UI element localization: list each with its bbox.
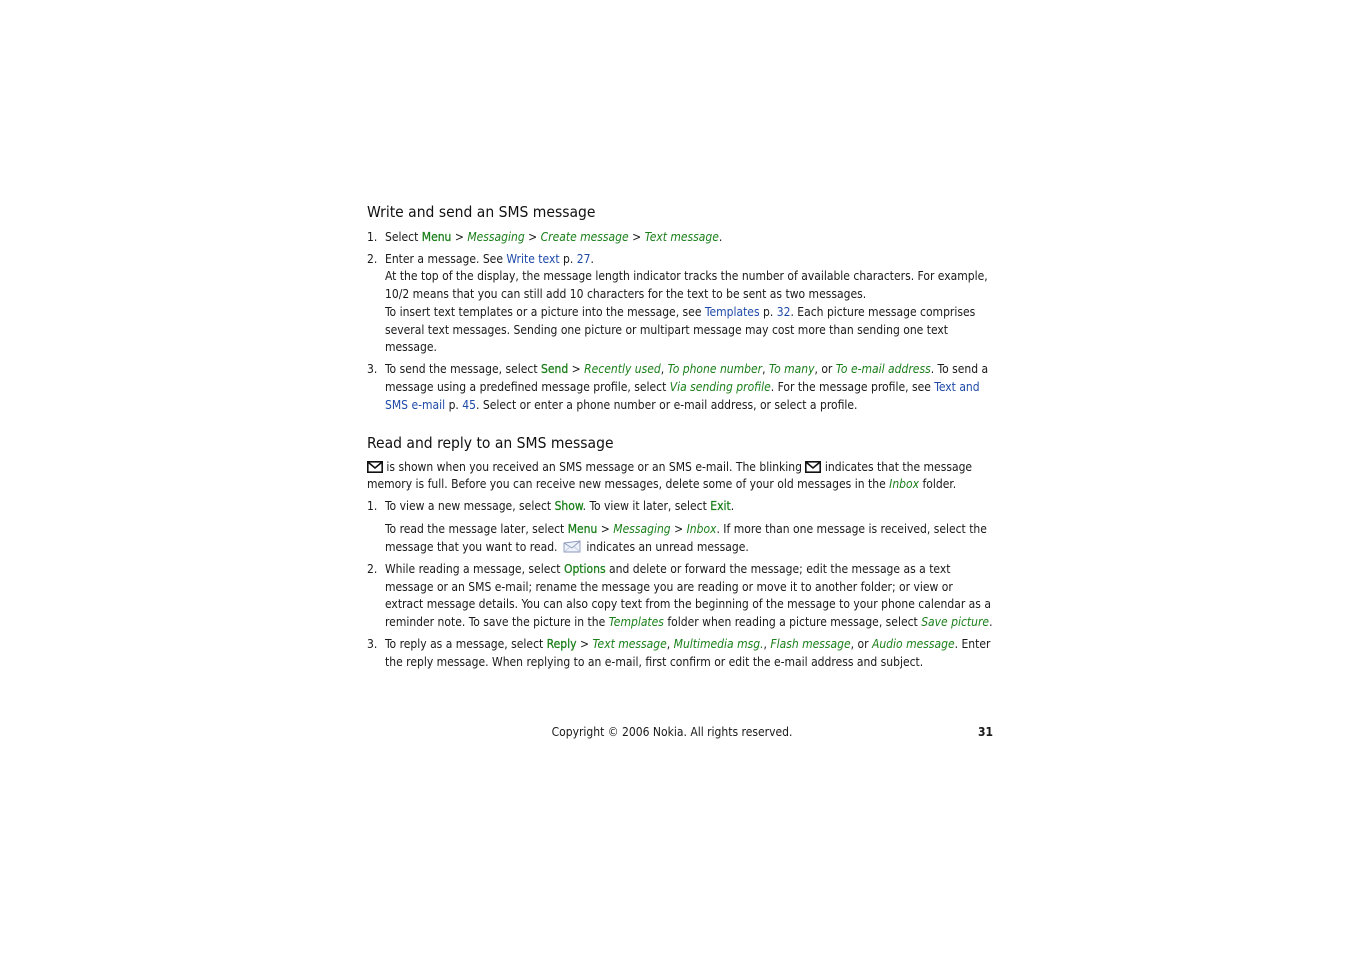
body-text: > [568, 362, 585, 377]
menu-option-label: Messaging [613, 522, 671, 537]
page-number: 31 [977, 725, 993, 739]
body-text: , or [850, 637, 872, 652]
menu-option-label: To many [768, 362, 815, 377]
softkey-label: Show [554, 499, 583, 514]
body-text: > [524, 229, 541, 244]
steps-list-read-reply: 1. To view a new message, select Show. To… [367, 498, 993, 671]
softkey-label: Exit [710, 499, 731, 514]
step-item: 2. While reading a message, select Option… [367, 561, 993, 632]
step-item: 1. To view a new message, select Show. To… [367, 498, 993, 556]
envelope-icon [367, 460, 383, 474]
body-text: To reply as a message, select [385, 637, 547, 652]
body-text: > [597, 522, 614, 537]
cross-reference-link[interactable]: 32 [777, 305, 791, 319]
body-text: folder. [919, 477, 957, 492]
step-number: 2. [367, 251, 378, 266]
menu-option-label: Multimedia msg. [673, 637, 764, 652]
step-number: 1. [367, 229, 378, 244]
body-text: > [670, 522, 687, 537]
body-text: To insert text templates or a picture in… [385, 304, 705, 319]
step-paragraph: To read the message later, select Menu >… [385, 521, 993, 556]
step-paragraph: To insert text templates or a picture in… [385, 304, 993, 357]
menu-option-label: Create message [540, 229, 629, 244]
body-text: > [451, 229, 468, 244]
body-text: Select [385, 229, 422, 244]
step-paragraph: While reading a message, select Options … [385, 561, 993, 632]
body-text: To send the message, select [385, 362, 542, 377]
body-text: To view a new message, select [385, 499, 555, 514]
body-text: > [576, 637, 593, 652]
step-item: 1. Select Menu > Messaging > Create messa… [367, 229, 993, 247]
body-text: , or [814, 362, 836, 377]
body-text: . [590, 251, 594, 266]
softkey-label: Options [563, 562, 606, 577]
menu-option-label: To e-mail address [835, 362, 931, 377]
intro-paragraph: is shown when you received an SMS messag… [367, 459, 993, 494]
step-item: 3. To reply as a message, select Reply > … [367, 636, 993, 671]
menu-option-label: Recently used [584, 362, 661, 377]
menu-option-label: Via sending profile [669, 380, 771, 395]
step-paragraph: At the top of the display, the message l… [385, 268, 993, 303]
menu-option-label: Text message [644, 229, 719, 244]
softkey-label: Menu [567, 522, 598, 537]
body-text: . Select or enter a phone number or e-ma… [476, 397, 858, 412]
cross-reference-link[interactable]: Write text [506, 252, 559, 266]
softkey-label: Reply [546, 637, 577, 652]
body-text: > [628, 229, 645, 244]
menu-option-label: Messaging [467, 229, 525, 244]
body-text: . [730, 499, 735, 514]
step-paragraph: Select Menu > Messaging > Create message… [385, 229, 993, 247]
menu-option-label: Inbox [889, 477, 920, 492]
menu-option-label: Audio message [871, 637, 955, 652]
body-text: p. [559, 251, 577, 266]
step-number: 2. [367, 562, 378, 577]
cross-reference-link[interactable]: Templates [705, 305, 760, 319]
body-text: . For the message profile, see [770, 380, 935, 395]
body-text: , [666, 637, 674, 652]
menu-option-label: To phone number [667, 362, 763, 377]
body-text: To read the message later, select [385, 522, 568, 537]
cross-reference-link[interactable]: 27 [577, 252, 591, 266]
body-text: is shown when you received an SMS messag… [383, 459, 806, 474]
envelope-icon [805, 460, 822, 474]
body-text: p. [445, 397, 463, 412]
body-text: While reading a message, select [385, 562, 564, 577]
unread-message-icon [561, 540, 583, 554]
body-text: folder when reading a picture message, s… [663, 615, 922, 630]
step-number: 3. [367, 637, 378, 652]
step-number: 3. [367, 362, 378, 377]
body-text: . [718, 229, 723, 244]
section-heading-write-send: Write and send an SMS message [367, 203, 596, 221]
copyright-text: Copyright © 2006 Nokia. All rights reser… [551, 725, 793, 739]
body-text: Enter a message. See [385, 251, 507, 266]
softkey-label: Send [541, 362, 569, 377]
softkey-label: Menu [421, 229, 452, 244]
menu-option-label: Flash message [770, 637, 851, 652]
body-text: . [989, 615, 993, 630]
menu-option-label: Save picture [921, 615, 990, 630]
body-text: p. [759, 304, 777, 319]
step-paragraph: To reply as a message, select Reply > Te… [385, 636, 993, 671]
body-text: , [660, 362, 668, 377]
step-item: 2. Enter a message. See Write text p. 27.… [367, 251, 993, 357]
body-text: At the top of the display, the message l… [385, 269, 988, 302]
step-paragraph: To view a new message, select Show. To v… [385, 498, 993, 516]
body-text: . To view it later, select [582, 499, 711, 514]
step-number: 1. [367, 499, 378, 514]
steps-list-write-send: 1. Select Menu > Messaging > Create messa… [367, 229, 993, 415]
manual-page: Write and send an SMS message 1. Select M… [367, 200, 993, 672]
step-paragraph: Enter a message. See Write text p. 27. [385, 251, 993, 269]
body-text: , [762, 362, 769, 377]
menu-option-label: Templates [608, 615, 664, 630]
section-heading-read-reply: Read and reply to an SMS message [367, 433, 614, 452]
step-paragraph: To send the message, select Send > Recen… [385, 361, 993, 414]
menu-option-label: Text message [592, 637, 667, 652]
step-item: 3. To send the message, select Send > Rec… [367, 361, 993, 414]
body-text: indicates an unread message. [582, 539, 749, 554]
page-footer: Copyright © 2006 Nokia. All rights reser… [367, 723, 993, 741]
menu-option-label: Inbox [686, 522, 717, 537]
cross-reference-link[interactable]: 45 [462, 398, 476, 412]
